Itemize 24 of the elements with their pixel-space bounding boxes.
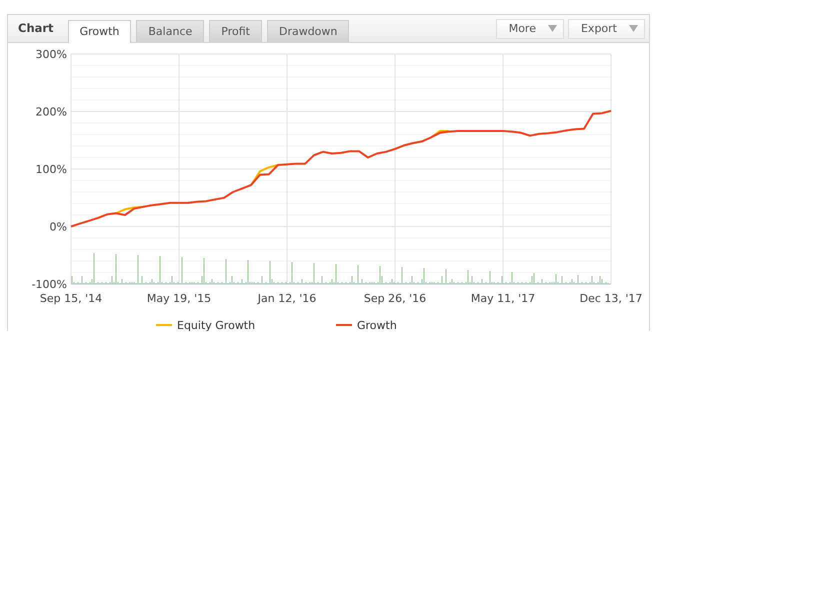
y-axis-label: 0% (50, 220, 67, 234)
legend-label[interactable]: Growth (357, 319, 397, 331)
legend-label[interactable]: Equity Growth (177, 319, 256, 331)
chart-tab[interactable]: Balance (136, 20, 204, 42)
legend-line-icon (156, 324, 172, 326)
x-axis-label: May 19, '15 (146, 292, 212, 305)
x-axis-label: Dec 13, '17 (580, 292, 642, 305)
x-axis-label: Sep 15, '14 (40, 292, 102, 305)
dropdown-button[interactable]: Export (568, 18, 645, 38)
y-axis-label: 100% (36, 163, 67, 176)
x-axis-label: May 11, '17 (470, 292, 536, 305)
x-axis-label: Sep 26, '16 (364, 292, 426, 305)
x-axis-label: Jan 12, '16 (258, 292, 316, 305)
dropdown-button[interactable]: More (496, 18, 564, 38)
chart-tab[interactable]: Growth (68, 20, 132, 43)
legend-line-icon (336, 324, 352, 326)
caret-icon (548, 25, 557, 32)
panel-title: Chart (18, 20, 54, 37)
y-axis-label: 300% (36, 48, 67, 61)
chart-tab[interactable]: Drawdown (266, 20, 350, 42)
caret-icon (629, 25, 638, 32)
chart-tab[interactable]: Profit (209, 20, 262, 42)
y-axis-label: -100% (32, 278, 67, 291)
y-axis-label: 200% (36, 106, 67, 118)
